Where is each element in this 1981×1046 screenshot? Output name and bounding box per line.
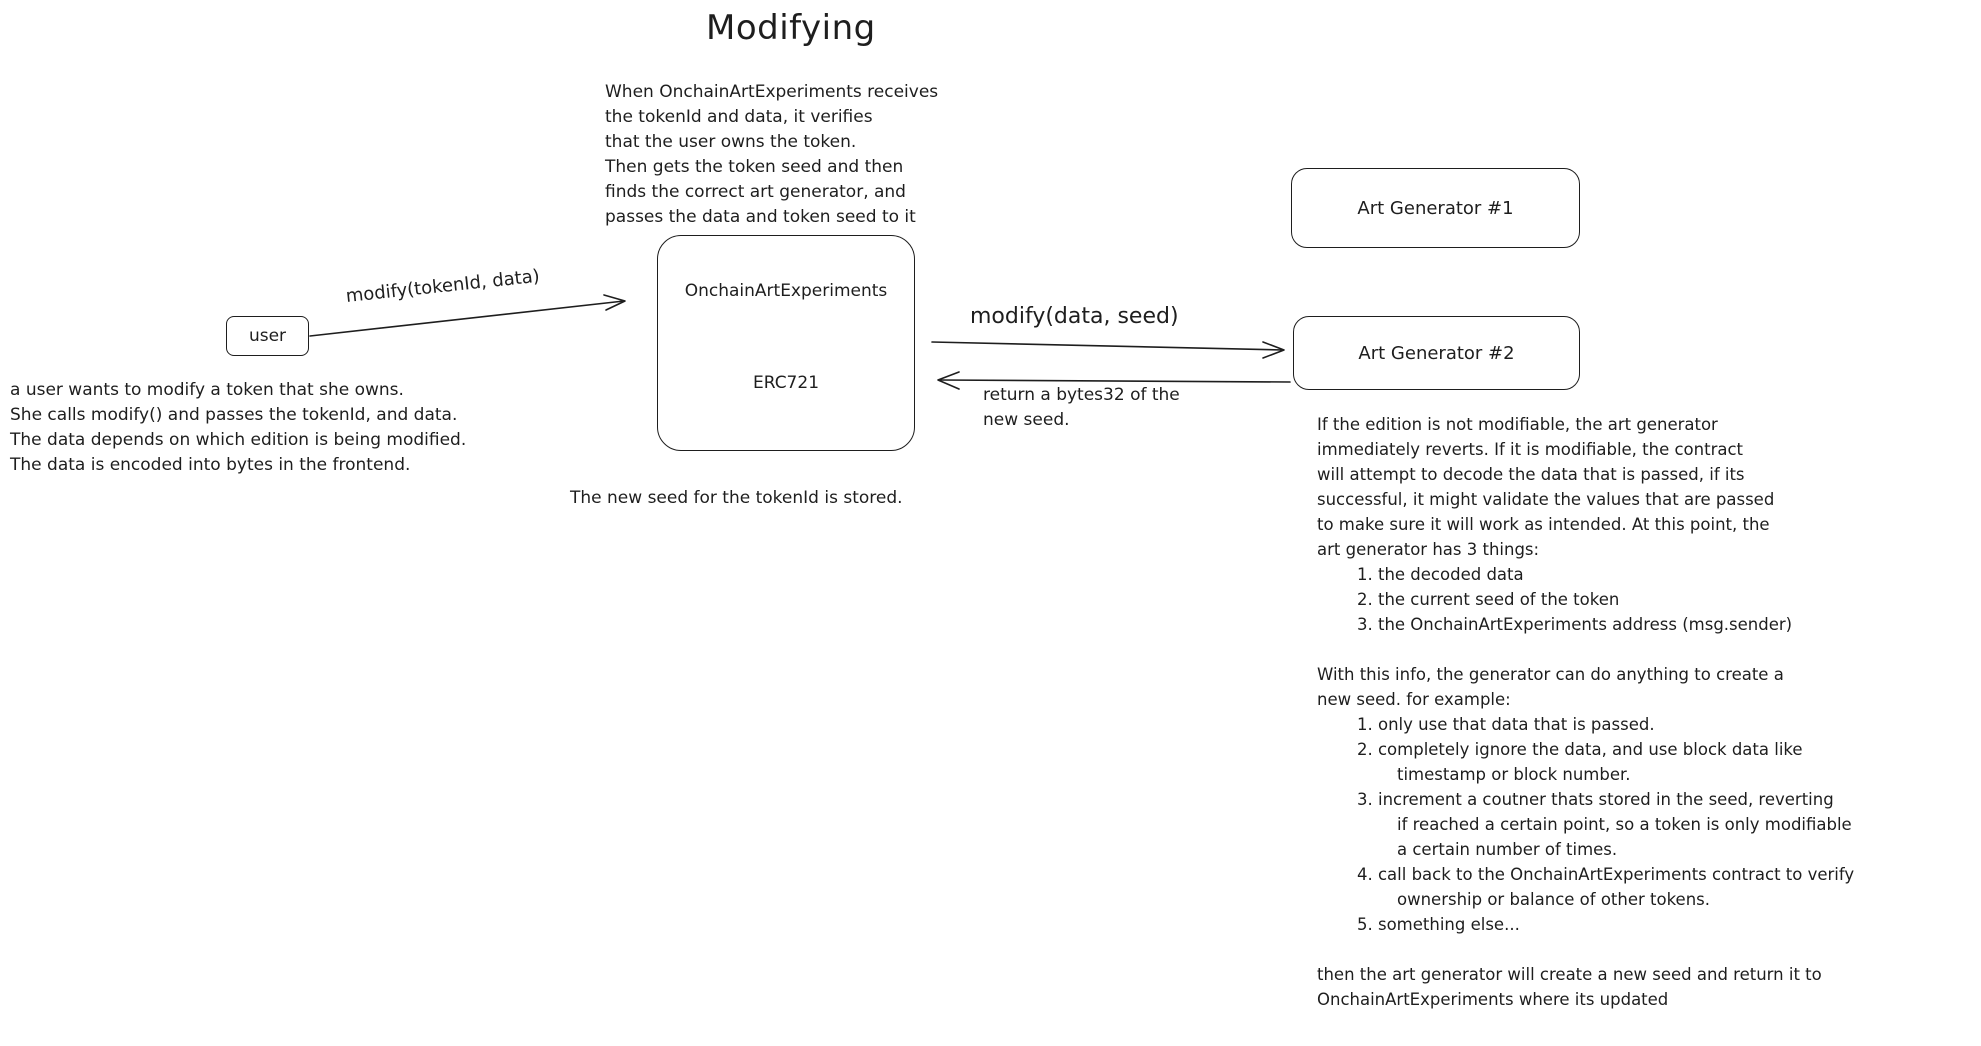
art-generator-1-label: Art Generator #1 <box>1357 197 1514 219</box>
note-line: The data depends on which edition is bei… <box>10 430 467 450</box>
list-item: 3. the OnchainArtExperiments address (ms… <box>1357 615 1793 634</box>
note-line: immediately reverts. If it is modifiable… <box>1317 440 1744 459</box>
list-item-continuation: if reached a certain point, so a token i… <box>1397 815 1852 834</box>
note-line: With this info, the generator can do any… <box>1317 665 1784 684</box>
arrow-contract-to-gen2 <box>931 341 1284 351</box>
note-line: to make sure it will work as intended. A… <box>1317 515 1770 534</box>
list-item-continuation: timestamp or block number. <box>1397 765 1631 784</box>
user-node-label: user <box>248 326 287 346</box>
list-item: 3. increment a coutner thats stored in t… <box>1357 790 1834 809</box>
user-description-note: a user wants to modify a token that she … <box>10 378 466 478</box>
note-line: OnchainArtExperiments where its updated <box>1317 990 1669 1009</box>
generator-description-note: If the edition is not modifiable, the ar… <box>1317 412 1854 1012</box>
list-item: 1. only use that data that is passed. <box>1357 715 1655 734</box>
note-line: then the art generator will create a new… <box>1317 965 1822 984</box>
note-line: art generator has 3 things: <box>1317 540 1540 559</box>
edge-label-line: new seed. <box>983 410 1070 430</box>
note-line: new seed. for example: <box>1317 690 1511 709</box>
list-item: 5. something else... <box>1357 915 1520 934</box>
seed-stored-note: The new seed for the tokenId is stored. <box>570 488 903 508</box>
note-line: successful, it might validate the values… <box>1317 490 1775 509</box>
note-line: If the edition is not modifiable, the ar… <box>1317 415 1718 434</box>
contract-node[interactable]: OnchainArtExperiments ERC721 <box>657 235 915 451</box>
art-generator-2-node[interactable]: Art Generator #2 <box>1293 316 1580 390</box>
note-line: She calls modify() and passes the tokenI… <box>10 405 458 425</box>
list-item: 4. call back to the OnchainArtExperiment… <box>1357 865 1855 884</box>
user-node[interactable]: user <box>226 316 309 356</box>
art-generator-1-node[interactable]: Art Generator #1 <box>1291 168 1580 248</box>
list-item: 1. the decoded data <box>1357 565 1524 584</box>
edge-label-gen2-to-contract: return a bytes32 of the new seed. <box>983 383 1180 433</box>
contract-standard: ERC721 <box>752 373 820 393</box>
contract-name: OnchainArtExperiments <box>684 281 888 301</box>
note-line: The data is encoded into bytes in the fr… <box>10 455 411 475</box>
note-line: a user wants to modify a token that she … <box>10 380 404 400</box>
art-generator-2-label: Art Generator #2 <box>1358 342 1515 364</box>
note-line: will attempt to decode the data that is … <box>1317 465 1745 484</box>
list-item-continuation: a certain number of times. <box>1397 840 1618 859</box>
arrow-user-to-contract <box>309 300 625 337</box>
list-item: 2. completely ignore the data, and use b… <box>1357 740 1803 759</box>
arrow-gen2-to-contract <box>938 379 1291 383</box>
list-item: 2. the current seed of the token <box>1357 590 1620 609</box>
edge-label-contract-to-gen2: modify(data, seed) <box>970 304 1179 329</box>
edge-label-line: return a bytes32 of the <box>983 385 1180 405</box>
list-item-continuation: ownership or balance of other tokens. <box>1397 890 1711 909</box>
